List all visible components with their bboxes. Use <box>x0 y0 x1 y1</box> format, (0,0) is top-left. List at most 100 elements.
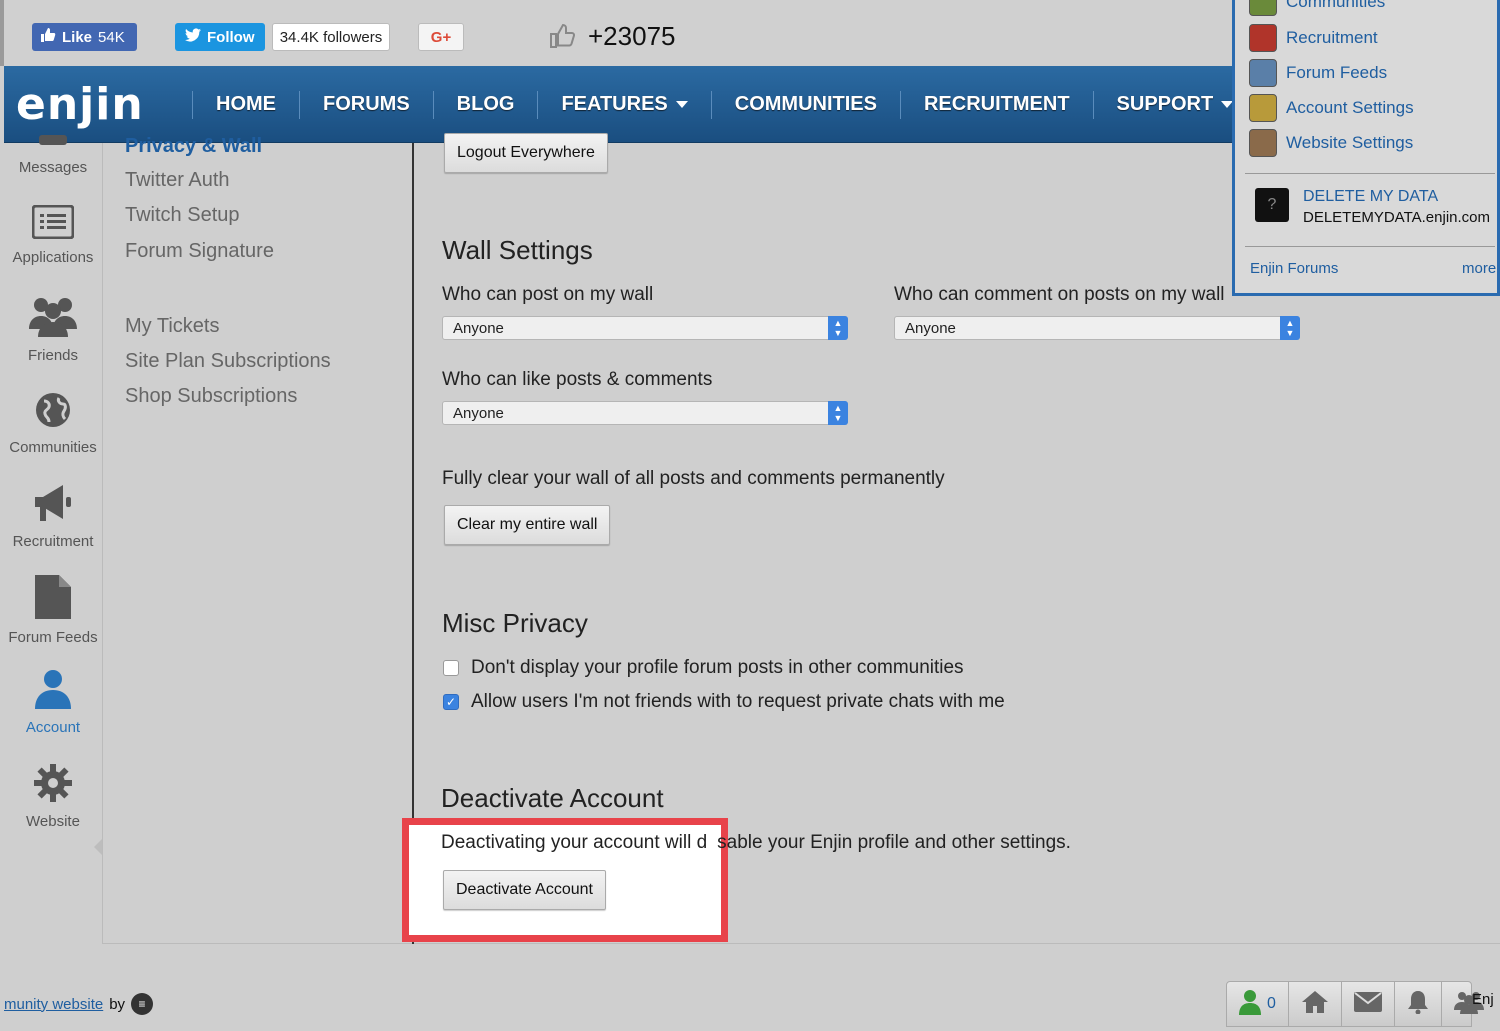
footer-enj-text: Enj <box>1472 991 1494 1008</box>
who-like-select[interactable]: Anyone ▲ ▼ <box>442 401 848 425</box>
sidebar-item-label: Applications <box>12 249 94 266</box>
who-comment-label: Who can comment on posts on my wall <box>894 284 1225 305</box>
footer-by: by <box>109 995 126 1013</box>
sidebar-item-friends[interactable]: Friends <box>4 295 102 364</box>
app-title: DELETE MY DATA <box>1303 188 1439 205</box>
enjin-logo[interactable]: enjin <box>16 79 144 130</box>
sidebar-item-forum-feeds[interactable]: Forum Feeds <box>4 575 102 646</box>
main-navbar: enjin HOME FORUMS BLOG FEATURES COMMUNIT… <box>4 66 1234 143</box>
select-arrows-icon: ▲ ▼ <box>828 316 848 340</box>
sidebar-item-label: Website <box>26 813 80 830</box>
dropdown-item-account-settings[interactable]: Account Settings <box>1249 94 1414 122</box>
nav-item-recruitment[interactable]: RECRUITMENT <box>899 90 1093 119</box>
nav-label: SUPPORT <box>1116 93 1214 115</box>
bottom-toolbar: 0 <box>1226 981 1484 1027</box>
logout-everywhere-button[interactable]: Logout Everywhere <box>444 133 608 173</box>
home-icon <box>1301 990 1329 1019</box>
dropdown-item-forum-feeds[interactable]: Forum Feeds <box>1249 59 1387 87</box>
submenu-my-tickets[interactable]: My Tickets <box>125 315 219 338</box>
nav-label: HOME <box>216 93 276 115</box>
sidebar-item-website[interactable]: Website <box>4 763 102 830</box>
envelope-icon <box>1353 991 1382 1017</box>
toolbar-home[interactable] <box>1289 981 1342 1027</box>
dropdown-label: Recruitment <box>1286 28 1378 47</box>
page-footer: munity website by ≡ 0 Enj <box>0 961 1500 1031</box>
submenu-twitter-auth[interactable]: Twitter Auth <box>125 169 230 192</box>
google-plus-button[interactable]: G+ <box>418 23 464 51</box>
toolbar-messages[interactable] <box>1342 981 1395 1027</box>
who-post-select[interactable]: Anyone ▲ ▼ <box>442 316 848 340</box>
sidebar-item-applications[interactable]: Applications <box>4 204 102 266</box>
tw-follow-label: Follow <box>207 28 255 46</box>
recruitment-icon <box>1249 24 1277 52</box>
more-link[interactable]: more <box>1462 260 1496 277</box>
who-like-label: Who can like posts & comments <box>442 369 713 390</box>
nav-label: FEATURES <box>561 93 668 115</box>
sidebar-item-label: Messages <box>18 159 88 176</box>
misc-option-forum-posts[interactable]: Don't display your profile forum posts i… <box>443 657 964 679</box>
submenu-twitch-setup[interactable]: Twitch Setup <box>125 204 240 227</box>
twitter-follow-button[interactable]: Follow <box>175 23 265 51</box>
sidebar-item-label: Friends <box>27 347 79 364</box>
clear-wall-button[interactable]: Clear my entire wall <box>444 505 611 545</box>
sidebar-item-account[interactable]: Account <box>4 669 102 736</box>
facebook-like-button[interactable]: Like 54K <box>32 23 137 51</box>
deactivate-desc-part: Deactivating your account will d <box>441 832 708 853</box>
who-comment-select[interactable]: Anyone ▲ ▼ <box>894 316 1300 340</box>
dropdown-item-recruitment[interactable]: Recruitment <box>1249 24 1378 52</box>
checkbox-unchecked[interactable] <box>443 660 459 676</box>
enjin-forums-link[interactable]: Enjin Forums <box>1250 260 1338 277</box>
user-online-icon <box>1239 989 1261 1020</box>
messages-icon <box>4 135 102 153</box>
misc-option-private-chats[interactable]: ✓ Allow users I'm not friends with to re… <box>443 691 1005 713</box>
twitter-bird-icon <box>185 28 201 46</box>
points-count: +23075 <box>588 21 676 51</box>
nav-item-forums[interactable]: FORUMS <box>299 90 433 119</box>
nav-item-communities[interactable]: COMMUNITIES <box>710 90 900 119</box>
nav-item-features[interactable]: FEATURES <box>537 90 710 119</box>
sidebar-item-communities[interactable]: Communities <box>4 391 102 456</box>
checkbox-checked[interactable]: ✓ <box>443 694 459 710</box>
website-settings-icon <box>1249 129 1277 157</box>
dropdown-label: Website Settings <box>1286 133 1414 152</box>
submenu-shop-subscriptions[interactable]: Shop Subscriptions <box>125 385 297 408</box>
dropdown-item-website-settings[interactable]: Website Settings <box>1249 129 1413 157</box>
toolbar-friends[interactable]: 0 <box>1227 981 1289 1027</box>
user-dropdown-menu: Communities Recruitment Forum Feeds Acco… <box>1232 0 1500 296</box>
sidebar-item-recruitment[interactable]: Recruitment <box>4 483 102 550</box>
fb-like-label: Like <box>62 28 93 46</box>
deactivate-description: Deactivating your account will d sable yo… <box>441 832 1071 854</box>
communities-icon <box>1249 0 1277 16</box>
deactivate-title: Deactivate Account <box>441 783 664 813</box>
submenu-privacy-wall[interactable]: Privacy & Wall <box>125 135 262 158</box>
megaphone-icon <box>4 483 102 527</box>
submenu-forum-signature[interactable]: Forum Signature <box>125 240 274 263</box>
sidebar-item-messages[interactable]: Messages <box>4 135 102 176</box>
caret-down-icon <box>675 101 688 108</box>
nav-label: RECRUITMENT <box>923 93 1070 115</box>
twitter-followers-count[interactable]: 34.4K followers <box>272 23 390 51</box>
bell-icon <box>1407 990 1429 1019</box>
select-value: Anyone <box>905 319 956 337</box>
deactivate-account-button[interactable]: Deactivate Account <box>443 870 606 910</box>
dropdown-item-communities[interactable]: Communities <box>1249 0 1385 16</box>
submenu-site-plan-subscriptions[interactable]: Site Plan Subscriptions <box>125 350 331 373</box>
dropdown-app-delete-my-data[interactable]: ? DELETE MY DATA DELETEMYDATA.enjin.com <box>1255 188 1490 226</box>
sidebar-item-label: Forum Feeds <box>8 629 98 646</box>
thumbs-up-points-icon <box>549 23 575 49</box>
dropdown-label: Forum Feeds <box>1286 63 1388 82</box>
account-settings-icon <box>1249 94 1277 122</box>
globe-icon <box>4 391 102 433</box>
sidebar-item-label: Communities <box>9 439 97 456</box>
community-website-link[interactable]: munity website <box>4 996 103 1013</box>
user-icon <box>4 669 102 713</box>
friends-count: 0 <box>1267 995 1276 1012</box>
nav-item-home[interactable]: HOME <box>192 90 299 119</box>
sidebar-item-label: Account <box>25 719 81 736</box>
select-value: Anyone <box>453 319 504 337</box>
sidebar-item-label: Recruitment <box>12 533 94 550</box>
nav-item-blog[interactable]: BLOG <box>432 90 538 119</box>
toolbar-notifications[interactable] <box>1395 981 1442 1027</box>
gear-icon <box>4 763 102 807</box>
footer-credit: munity website by ≡ <box>4 993 154 1015</box>
